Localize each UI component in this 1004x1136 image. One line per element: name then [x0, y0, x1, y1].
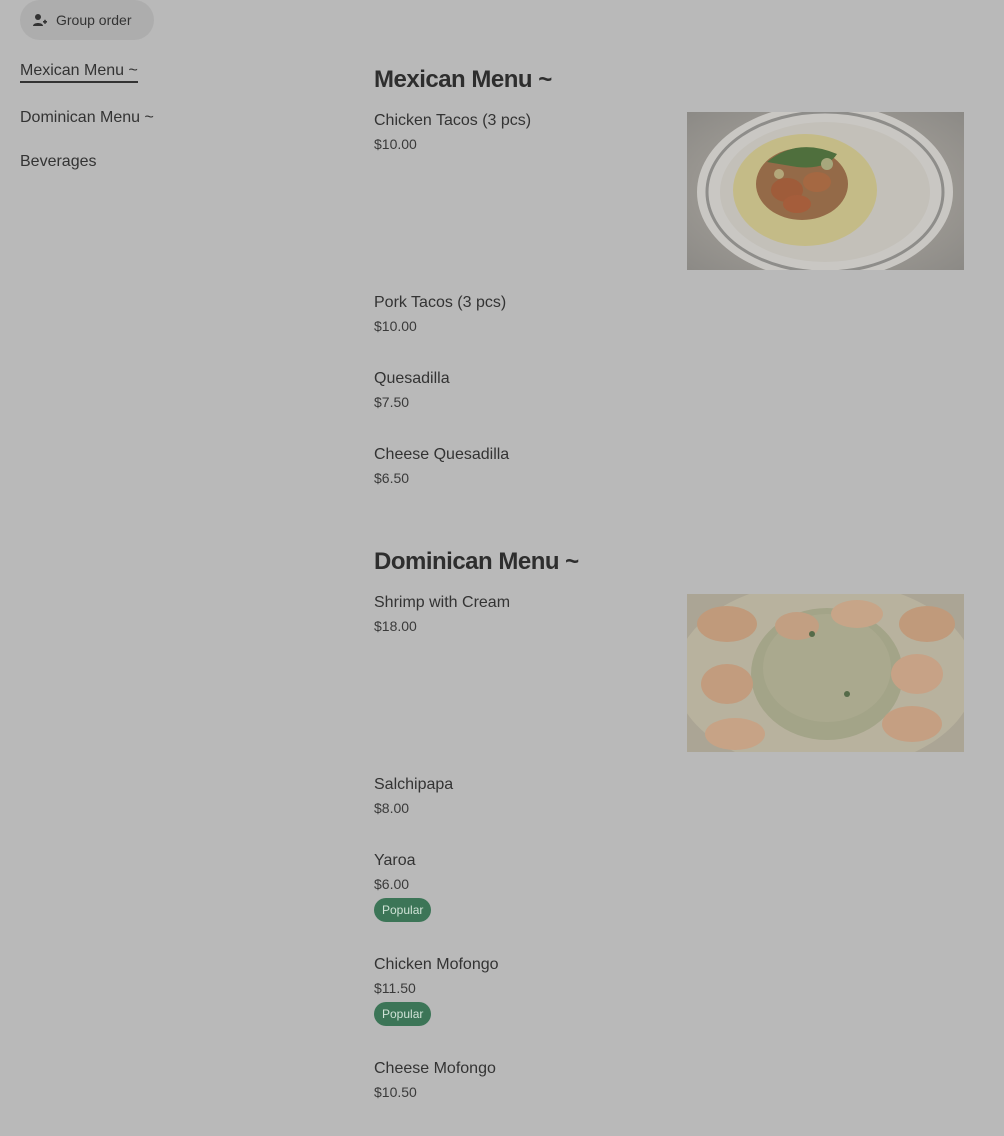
menu-item-salchipapa[interactable]: Salchipapa $8.00 — [374, 776, 964, 816]
nav-item-dominican-menu[interactable]: Dominican Menu ~ — [20, 109, 154, 127]
menu-item-quesadilla[interactable]: Quesadilla $7.50 — [374, 370, 964, 410]
add-person-icon — [32, 12, 48, 28]
group-order-button[interactable]: Group order — [20, 0, 154, 40]
item-price: $10.50 — [374, 1084, 417, 1100]
group-order-label: Group order — [56, 12, 132, 28]
item-price: $10.00 — [374, 318, 417, 334]
menu-item-yaroa[interactable]: Yaroa $6.00 Popular — [374, 852, 964, 922]
item-name: Yaroa — [374, 852, 416, 869]
section-title-dominican: Dominican Menu ~ — [374, 548, 579, 575]
popular-badge: Popular — [374, 1002, 432, 1026]
item-name: Chicken Mofongo — [374, 956, 499, 973]
nav-item-beverages[interactable]: Beverages — [20, 153, 97, 171]
item-name: Cheese Quesadilla — [374, 446, 510, 463]
item-price: $7.50 — [374, 394, 410, 410]
menu-item-pork-tacos[interactable]: Pork Tacos (3 pcs) $10.00 — [374, 294, 964, 334]
chicken-tacos-photo[interactable] — [687, 112, 964, 270]
section-title-mexican: Mexican Menu ~ — [374, 66, 552, 93]
menu-item-chicken-mofongo[interactable]: Chicken Mofongo $11.50 Popular — [374, 956, 964, 1026]
item-price: $6.00 — [374, 876, 410, 892]
menu-item-cheese-mofongo[interactable]: Cheese Mofongo $10.50 — [374, 1060, 964, 1100]
item-name: Quesadilla — [374, 370, 450, 387]
item-price: $6.50 — [374, 470, 410, 486]
item-price: $11.50 — [374, 980, 416, 996]
nav-item-mexican-menu[interactable]: Mexican Menu ~ — [20, 62, 138, 83]
item-price: $8.00 — [374, 800, 410, 816]
popular-badge: Popular — [374, 898, 432, 922]
item-name: Pork Tacos (3 pcs) — [374, 294, 507, 311]
menu-item-cheese-quesadilla[interactable]: Cheese Quesadilla $6.50 — [374, 446, 964, 486]
item-name: Cheese Mofongo — [374, 1060, 496, 1077]
shrimp-with-cream-photo[interactable] — [687, 594, 964, 752]
item-name: Salchipapa — [374, 776, 454, 793]
